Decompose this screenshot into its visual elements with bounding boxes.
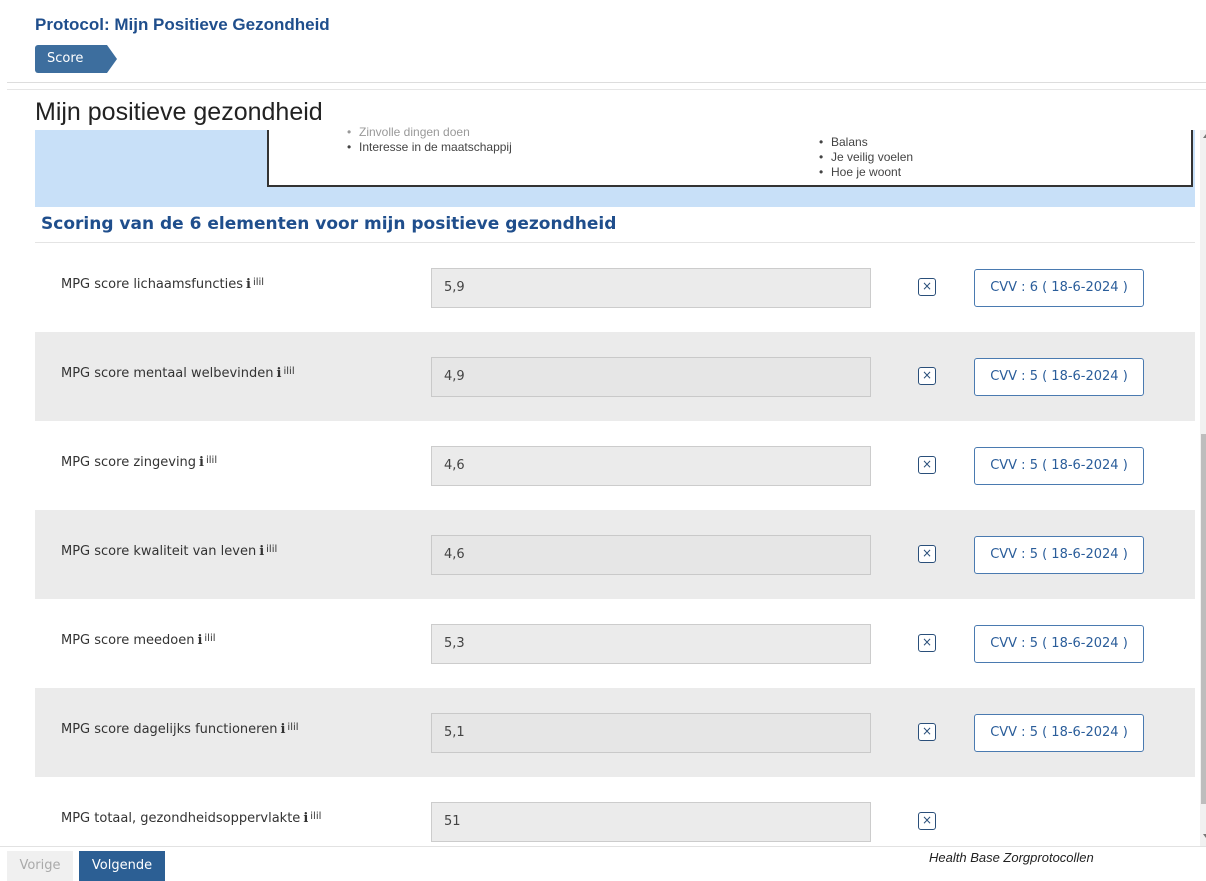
chart-icon[interactable]: ilil	[287, 722, 298, 733]
score-value-field[interactable]: 4,6	[431, 446, 871, 486]
score-label: MPG score dagelijks functioneren i ilil	[61, 722, 299, 737]
protocol-title: Protocol: Mijn Positieve Gezondheid	[35, 15, 330, 34]
cvv-history-button[interactable]: CVV : 5 ( 18-6-2024 )	[974, 358, 1144, 396]
cvv-history-button[interactable]: CVV : 5 ( 18-6-2024 )	[974, 714, 1144, 752]
brand-text: Health Base Zorgprotocollen	[929, 850, 1094, 865]
info-icon[interactable]: i	[246, 277, 251, 292]
score-label: MPG score lichaamsfuncties i ilil	[61, 277, 264, 292]
score-label-text: MPG score lichaamsfuncties	[61, 277, 243, 292]
score-value-field[interactable]: 5,9	[431, 268, 871, 308]
scroll-thumb[interactable]	[1201, 434, 1206, 804]
score-value-field[interactable]: 4,6	[431, 535, 871, 575]
info-band: Zinvolle dingen doen Interesse in de maa…	[35, 125, 1195, 207]
cvv-history-button[interactable]: CVV : 5 ( 18-6-2024 )	[974, 536, 1144, 574]
info-icon[interactable]: i	[277, 366, 282, 381]
clear-icon[interactable]: ×	[918, 278, 936, 296]
content-area: Mijn positieve gezondheid Zinvolle dinge…	[7, 90, 1206, 846]
info-list-right: Balans Je veilig voelen Hoe je woont	[815, 135, 913, 180]
chart-icon[interactable]: ilil	[204, 633, 215, 644]
clear-icon[interactable]: ×	[918, 812, 936, 830]
score-row: MPG score kwaliteit van leven i ilil 4,6 × CV…	[35, 510, 1195, 599]
step-label: Score	[47, 51, 84, 66]
score-label-text: MPG score zingeving	[61, 455, 197, 470]
score-label: MPG totaal, gezondheidsoppervlakte i ilil	[61, 811, 321, 826]
score-label-text: MPG score meedoen	[61, 633, 195, 648]
score-label-text: MPG score mentaal welbevinden	[61, 366, 274, 381]
page-title: Mijn positieve gezondheid	[35, 98, 323, 126]
score-row: MPG score mentaal welbevinden i ilil 4,9 × CV…	[35, 332, 1195, 421]
step-chip-arrow	[107, 45, 117, 73]
next-button[interactable]: Volgende	[79, 851, 165, 881]
section-title: Scoring van de 6 elementen voor mijn pos…	[41, 214, 617, 234]
info-icon[interactable]: i	[199, 455, 204, 470]
list-item: Interesse in de maatschappij	[343, 140, 512, 155]
chart-icon[interactable]: ilil	[253, 277, 264, 288]
divider	[7, 82, 1206, 83]
info-icon[interactable]: i	[303, 811, 308, 826]
list-item: Je veilig voelen	[815, 150, 913, 165]
header: Protocol: Mijn Positieve Gezondheid Scor…	[0, 0, 1206, 82]
score-row: MPG score zingeving i ilil 4,6 × CVV : 5 ( 18…	[35, 421, 1195, 510]
score-label: MPG score kwaliteit van leven i ilil	[61, 544, 277, 559]
score-label-text: MPG totaal, gezondheidsoppervlakte	[61, 811, 301, 826]
info-image: Zinvolle dingen doen Interesse in de maa…	[267, 125, 1193, 187]
clear-icon[interactable]: ×	[918, 545, 936, 563]
cvv-history-button[interactable]: CVV : 6 ( 18-6-2024 )	[974, 269, 1144, 307]
score-row: MPG score meedoen i ilil 5,3 × CVV : 5 ( 18-6…	[35, 599, 1195, 688]
score-label: MPG score meedoen i ilil	[61, 633, 216, 648]
score-row: MPG score lichaamsfuncties i ilil 5,9 × CVV :…	[35, 243, 1195, 332]
chart-icon[interactable]: ilil	[266, 544, 277, 555]
clear-icon[interactable]: ×	[918, 367, 936, 385]
list-item: Hoe je woont	[815, 165, 913, 180]
score-row: MPG score dagelijks functioneren i ilil 5,1…	[35, 688, 1195, 777]
cvv-history-button[interactable]: CVV : 5 ( 18-6-2024 )	[974, 625, 1144, 663]
footer: Vorige Volgende Health Base Zorgprotocol…	[0, 846, 1206, 881]
score-label: MPG score mentaal welbevinden i ilil	[61, 366, 295, 381]
scrollbar[interactable]	[1200, 130, 1206, 846]
chart-icon[interactable]: ilil	[283, 366, 294, 377]
info-icon[interactable]: i	[197, 633, 202, 648]
score-value-field[interactable]: 4,9	[431, 357, 871, 397]
chart-icon[interactable]: ilil	[206, 455, 217, 466]
score-row: MPG totaal, gezondheidsoppervlakte i ilil 5…	[35, 777, 1195, 846]
score-value-field[interactable]: 51	[431, 802, 871, 842]
score-label-text: MPG score kwaliteit van leven	[61, 544, 257, 559]
score-value-field[interactable]: 5,3	[431, 624, 871, 664]
score-label: MPG score zingeving i ilil	[61, 455, 217, 470]
score-label-text: MPG score dagelijks functioneren	[61, 722, 278, 737]
info-list-left: Zinvolle dingen doen Interesse in de maa…	[343, 125, 512, 155]
info-icon[interactable]: i	[259, 544, 264, 559]
clear-icon[interactable]: ×	[918, 456, 936, 474]
cvv-history-button[interactable]: CVV : 5 ( 18-6-2024 )	[974, 447, 1144, 485]
chart-icon[interactable]: ilil	[310, 811, 321, 822]
step-score-tab[interactable]: Score	[35, 45, 117, 73]
list-item: Balans	[815, 135, 913, 150]
score-rows: MPG score lichaamsfuncties i ilil 5,9 × CVV :…	[35, 243, 1195, 846]
previous-button[interactable]: Vorige	[7, 851, 73, 881]
info-icon[interactable]: i	[280, 722, 285, 737]
score-value-field[interactable]: 5,1	[431, 713, 871, 753]
list-item: Zinvolle dingen doen	[343, 125, 512, 140]
clear-icon[interactable]: ×	[918, 634, 936, 652]
clear-icon[interactable]: ×	[918, 723, 936, 741]
